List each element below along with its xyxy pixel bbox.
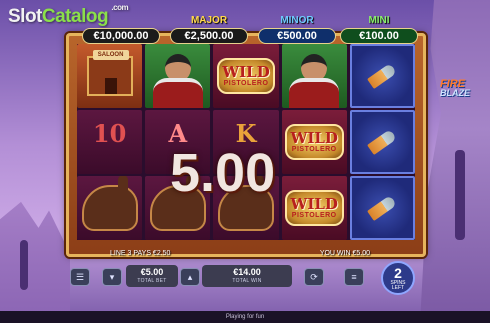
wild-text: WILD [290, 194, 338, 213]
reel-1: SALOON 10 [77, 44, 143, 240]
plus-icon: ▴ [187, 272, 193, 282]
wild-text: WILD [290, 128, 338, 147]
total-win-field: €14.00 TOTAL WIN [202, 265, 292, 287]
reel-symbol-bullet [349, 176, 416, 240]
reel-symbol-card: 10 [77, 110, 143, 174]
spins-left-button[interactable]: 2 SPINS LEFT [381, 261, 415, 295]
reel-symbol-wild: WILD PISTOLERO [213, 44, 279, 108]
jackpot-mini: MINI €100.00 [340, 15, 418, 44]
reel-symbol-bullet [349, 44, 416, 108]
footer-status: Playing for fun [0, 311, 490, 323]
speed-button[interactable]: ≡ [344, 268, 364, 286]
pistolero-body-icon [152, 78, 203, 108]
reel-symbol-bullet [349, 110, 416, 174]
bullet-icon [367, 63, 398, 89]
jackpot-major: MAJOR €2,500.00 [170, 15, 248, 44]
reel-symbol-wild: WILD PISTOLERO [281, 176, 347, 240]
jackpot-major-label: MAJOR [190, 15, 228, 26]
reel-symbol-saloon: SALOON [77, 44, 143, 108]
total-win-label: TOTAL WIN [232, 278, 262, 284]
jackpot-grand-label [82, 15, 160, 27]
jackpot-mini-label: MINI [368, 15, 390, 26]
jackpot-minor-label: MINOR [280, 15, 314, 26]
jackpot-bar: €10,000.00 MAJOR €2,500.00 MINOR €500.00… [74, 15, 419, 45]
card-rank: 10 [92, 118, 127, 148]
mesa-background-left [0, 201, 70, 323]
saloon-door [104, 78, 117, 94]
minus-icon: ▾ [109, 272, 115, 282]
reel-5 [349, 44, 416, 240]
reel-symbol-man [281, 44, 347, 108]
cactus-silhouette [20, 240, 28, 290]
reel-symbol-wild: WILD PISTOLERO [281, 110, 347, 174]
total-win-value: €14.00 [233, 267, 261, 277]
reel-symbol-man [145, 44, 211, 108]
wild-subtext: PISTOLERO [291, 145, 337, 153]
bet-increase-button[interactable]: ▴ [180, 268, 200, 286]
reel-4: WILD PISTOLERO WILD PISTOLERO [281, 44, 347, 240]
bullet-icon [367, 129, 398, 155]
reel-symbol-horse [77, 176, 143, 240]
wild-badge: WILD PISTOLERO [284, 124, 344, 160]
autoplay-button[interactable]: ⟳ [304, 268, 324, 286]
logo-line2: BLAZE [440, 88, 470, 98]
saloon-building-icon: SALOON [86, 50, 133, 96]
cactus-silhouette [455, 150, 465, 240]
fire-blaze-logo: FIRE BLAZE [440, 79, 470, 98]
jackpot-minor: MINOR €500.00 [258, 15, 336, 44]
bet-decrease-button[interactable]: ▾ [102, 268, 122, 286]
jackpot-minor-value: €500.00 [258, 28, 336, 44]
watermark-slot: Slot [8, 6, 42, 27]
menu-button[interactable]: ☰ [70, 268, 90, 286]
total-win-text: YOU WIN €5.00 [319, 250, 370, 257]
line-win-text: LINE 3 PAYS €2.50 [110, 250, 171, 257]
autoplay-icon: ⟳ [310, 272, 318, 282]
saloon-sign: SALOON [92, 50, 129, 60]
wild-badge: WILD PISTOLERO [284, 190, 344, 226]
win-info-bar: LINE 3 PAYS €2.50 YOU WIN €5.00 [100, 250, 390, 260]
bullet-icon [367, 195, 398, 221]
pistolero-body-icon [289, 78, 340, 108]
horse-icon [81, 176, 138, 231]
menu-icon: ☰ [75, 272, 85, 282]
jackpot-major-value: €2,500.00 [170, 28, 248, 44]
speed-icon: ≡ [351, 272, 357, 282]
jackpot-mini-value: €100.00 [340, 28, 418, 44]
spins-left-label-b: LEFT [391, 285, 405, 291]
wild-badge: WILD PISTOLERO [216, 58, 276, 94]
wild-text: WILD [222, 62, 270, 81]
wild-subtext: PISTOLERO [223, 79, 269, 87]
win-amount: 5.00 [170, 143, 276, 203]
jackpot-grand-value: €10,000.00 [82, 28, 160, 44]
control-bar: ☰ ▾ €5.00 TOTAL BET ▴ €14.00 TOTAL WIN ⟳… [68, 265, 423, 291]
jackpot-grand: €10,000.00 [82, 15, 160, 44]
wild-subtext: PISTOLERO [291, 211, 337, 219]
total-bet-label: TOTAL BET [137, 278, 167, 284]
watermark-suffix: .com [111, 3, 129, 12]
total-bet-field: €5.00 TOTAL BET [126, 265, 178, 287]
spins-left-count: 2 [394, 265, 402, 281]
total-bet-value: €5.00 [140, 267, 164, 277]
